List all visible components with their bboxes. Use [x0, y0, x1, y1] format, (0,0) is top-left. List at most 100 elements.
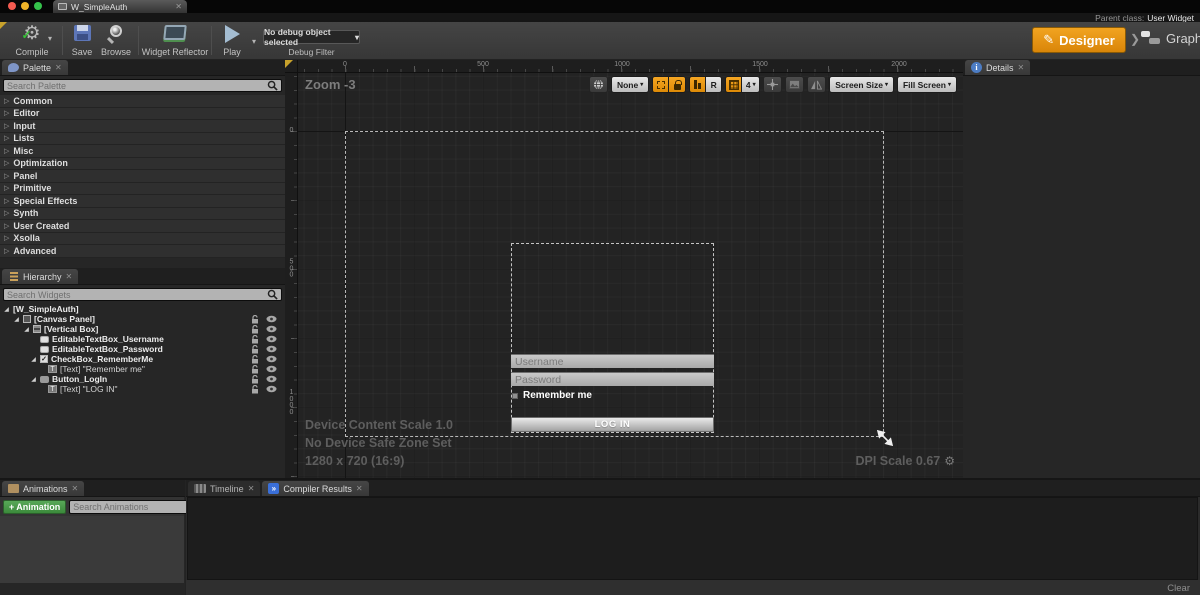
compiler-output-area[interactable] — [187, 497, 1198, 580]
hierarchy-item-vertical-box[interactable]: ◢ [Vertical Box] — [0, 324, 285, 334]
expander-icon[interactable]: ▷ — [4, 222, 9, 230]
add-animation-button[interactable]: + Animation — [3, 500, 66, 514]
palette-category-optimization[interactable]: ▷Optimization — [0, 158, 285, 171]
compile-options-caret-icon[interactable]: ▾ — [48, 34, 52, 43]
palette-tab-close-icon[interactable]: ✕ — [55, 63, 62, 72]
tab-compiler-results[interactable]: » Compiler Results ✕ — [262, 481, 368, 496]
hierarchy-item-editabletextbox-username[interactable]: EditableTextBox_Username — [0, 334, 285, 344]
lock-icon[interactable] — [251, 365, 261, 374]
palette-category-primitive[interactable]: ▷Primitive — [0, 183, 285, 196]
compiler-tab-close-icon[interactable]: ✕ — [356, 484, 363, 493]
graph-mode-button[interactable]: Graph — [1141, 30, 1200, 46]
hierarchy-item-canvas-panel[interactable]: ◢ [Canvas Panel] — [0, 314, 285, 324]
visibility-eye-icon[interactable] — [266, 315, 277, 323]
expander-icon[interactable]: ▷ — [4, 197, 9, 205]
preview-background-button[interactable] — [785, 76, 804, 93]
hierarchy-search[interactable] — [3, 288, 282, 301]
palette-category-panel[interactable]: ▷Panel — [0, 170, 285, 183]
expander-icon[interactable]: ▷ — [4, 184, 9, 192]
animations-search-input[interactable] — [73, 502, 190, 512]
palette-category-editor[interactable]: ▷Editor — [0, 108, 285, 121]
browse-button[interactable]: Browse — [98, 25, 134, 57]
palette-category-input[interactable]: ▷Input — [0, 120, 285, 133]
visibility-eye-icon[interactable] — [266, 325, 277, 333]
expander-icon[interactable]: ▷ — [4, 147, 9, 155]
tab-timeline[interactable]: Timeline ✕ — [188, 481, 260, 496]
expander-icon[interactable]: ▷ — [4, 122, 9, 130]
expander-icon[interactable]: ◢ — [13, 316, 20, 323]
expander-icon[interactable]: ▷ — [4, 172, 9, 180]
expander-icon[interactable]: ▷ — [4, 234, 9, 242]
login-button-preview[interactable]: LOG IN — [511, 417, 714, 432]
localization-preview-button[interactable] — [589, 76, 608, 93]
respect-locks-button[interactable] — [689, 76, 706, 93]
expander-icon[interactable]: ▷ — [4, 97, 9, 105]
password-textbox-preview[interactable]: Password — [511, 372, 714, 386]
grid-snap-size-dropdown[interactable]: 4▾ — [742, 76, 760, 93]
fill-screen-dropdown[interactable]: Fill Screen▾ — [897, 76, 957, 93]
timeline-tab-close-icon[interactable]: ✕ — [248, 484, 255, 493]
window-minimize-icon[interactable] — [21, 2, 29, 10]
play-options-caret-icon[interactable]: ▾ — [252, 37, 256, 46]
asset-tab[interactable]: W_SimpleAuth ✕ — [53, 0, 187, 13]
palette-search[interactable] — [3, 79, 282, 92]
lock-icon[interactable] — [251, 315, 261, 324]
hierarchy-item-root[interactable]: ◢ [W_SimpleAuth] — [0, 304, 285, 314]
lock-icon[interactable] — [251, 375, 261, 384]
expander-icon[interactable]: ▷ — [4, 247, 9, 255]
toggle-outlines-button[interactable] — [652, 76, 669, 93]
remember-me-checkbox-preview[interactable]: Remember me — [512, 390, 592, 401]
expander-icon[interactable]: ▷ — [4, 134, 9, 142]
palette-category-advanced[interactable]: ▷Advanced — [0, 245, 285, 258]
visibility-eye-icon[interactable] — [266, 385, 277, 393]
hierarchy-item-editabletextbox-password[interactable]: EditableTextBox_Password — [0, 344, 285, 354]
visibility-eye-icon[interactable] — [266, 365, 277, 373]
expander-icon[interactable]: ▷ — [4, 209, 9, 217]
dpi-settings-gear-icon[interactable]: ⚙ — [944, 454, 955, 468]
lock-icon[interactable] — [251, 325, 261, 334]
visibility-eye-icon[interactable] — [266, 375, 277, 383]
asset-tab-close-icon[interactable]: ✕ — [175, 2, 182, 11]
tab-hierarchy[interactable]: Hierarchy ✕ — [2, 269, 78, 284]
tab-palette[interactable]: Palette ✕ — [2, 60, 68, 75]
expander-icon[interactable]: ▷ — [4, 159, 9, 167]
designer-canvas[interactable]: 0 500 1000 1500 2000 0 500 1000 Zoom -3 … — [285, 60, 963, 478]
hierarchy-item-text-remember-me[interactable]: T [Text] "Remember me" — [0, 364, 285, 374]
expander-icon[interactable]: ◢ — [3, 306, 10, 313]
hierarchy-item-checkbox-rememberme[interactable]: ◢ ✓ CheckBox_RememberMe — [0, 354, 285, 364]
details-tab-close-icon[interactable]: ✕ — [1018, 63, 1025, 72]
palette-category-user-created[interactable]: ▷User Created — [0, 220, 285, 233]
designer-mode-button[interactable]: ✎ Designer — [1032, 27, 1126, 53]
visibility-eye-icon[interactable] — [266, 355, 277, 363]
parent-class-link[interactable]: User Widget — [1147, 13, 1194, 23]
hierarchy-tab-close-icon[interactable]: ✕ — [66, 272, 73, 281]
palette-category-special-effects[interactable]: ▷Special Effects — [0, 195, 285, 208]
palette-category-common[interactable]: ▷Common — [0, 95, 285, 108]
expander-icon[interactable]: ◢ — [30, 376, 37, 383]
localization-language-dropdown[interactable]: None▾ — [611, 76, 649, 93]
grid-snap-toggle-button[interactable] — [725, 76, 742, 93]
username-textbox-preview[interactable]: Username — [511, 354, 714, 368]
palette-category-synth[interactable]: ▷Synth — [0, 208, 285, 221]
save-button[interactable]: Save — [68, 25, 96, 57]
expander-icon[interactable]: ◢ — [30, 356, 37, 363]
palette-category-xsolla[interactable]: ▷Xsolla — [0, 233, 285, 246]
lock-icon[interactable] — [251, 385, 261, 394]
hierarchy-item-text-log-in[interactable]: T [Text] "LOG IN" — [0, 384, 285, 394]
vertical-box-outline[interactable] — [511, 243, 714, 433]
window-zoom-icon[interactable] — [34, 2, 42, 10]
screen-size-dropdown[interactable]: Screen Size▾ — [829, 76, 894, 93]
visibility-eye-icon[interactable] — [266, 335, 277, 343]
resize-handle-icon[interactable] — [877, 430, 893, 446]
lock-icon[interactable] — [251, 335, 261, 344]
animations-search[interactable] — [69, 500, 205, 514]
expander-icon[interactable]: ◢ — [23, 326, 30, 333]
dpi-scale-control[interactable]: DPI Scale 0.67 ⚙ — [855, 454, 955, 468]
clear-button[interactable]: Clear — [1167, 583, 1190, 594]
debug-object-dropdown[interactable]: No debug object selected ▾ — [263, 30, 360, 44]
lock-icon[interactable] — [251, 345, 261, 354]
lock-icon[interactable] — [251, 355, 261, 364]
tab-details[interactable]: i Details ✕ — [965, 60, 1030, 75]
palette-category-misc[interactable]: ▷Misc — [0, 145, 285, 158]
play-button[interactable]: Play — [216, 25, 248, 57]
